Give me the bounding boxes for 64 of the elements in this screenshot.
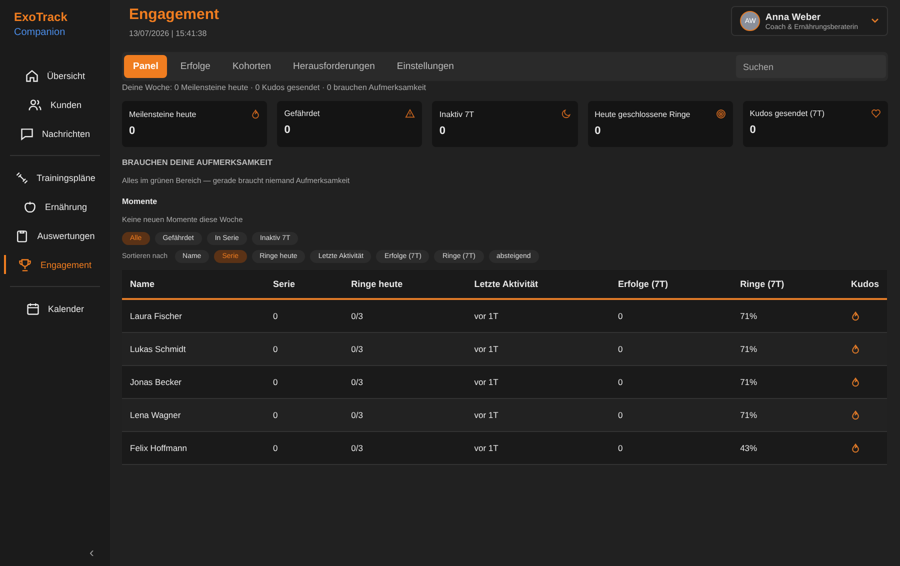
flame-icon xyxy=(251,109,260,119)
column-header: Name xyxy=(122,270,265,299)
tab[interactable]: Erfolge xyxy=(171,55,220,78)
sidebar-item[interactable]: Trainingspläne xyxy=(0,166,110,189)
stat-label: Kudos gesendet (7T) xyxy=(750,109,825,118)
column-header: Letzte Aktivität xyxy=(466,270,610,299)
table-cell: vor 1T xyxy=(466,432,610,464)
target-icon xyxy=(716,109,726,119)
heart-icon xyxy=(870,109,881,118)
apple-icon xyxy=(22,200,37,214)
stat-value: 0 xyxy=(594,125,602,137)
column-header: Serie xyxy=(264,270,344,299)
table-cell: 0/3 xyxy=(343,432,466,464)
stat-label: Meilensteine heute xyxy=(129,110,196,118)
trophy-icon xyxy=(18,258,32,272)
sidebar-item[interactable]: Kalender xyxy=(0,297,110,320)
collapse-button[interactable]: ‹ xyxy=(85,544,98,560)
home-icon xyxy=(24,68,39,82)
stat-value: 0 xyxy=(750,124,757,136)
moon-icon xyxy=(560,109,571,119)
tab[interactable]: Herausforderungen xyxy=(284,55,384,78)
page-title: Engagement xyxy=(129,6,220,23)
chevron-down-icon xyxy=(871,18,879,24)
users-icon xyxy=(28,98,42,112)
sidebar-item[interactable]: Nachrichten xyxy=(0,122,110,145)
date-time: 13/07/2026 | 15:41:38 xyxy=(129,29,208,38)
clipboard-icon xyxy=(15,228,30,242)
sidebar-item[interactable]: Übersicht xyxy=(0,64,110,87)
flame-icon[interactable] xyxy=(851,410,860,420)
table-cell: Felix Hoffmann xyxy=(122,432,265,464)
flame-icon[interactable] xyxy=(851,443,860,453)
warning-icon xyxy=(405,109,416,118)
stat-value: 0 xyxy=(129,125,136,137)
sidebar-item[interactable]: Kunden xyxy=(0,93,110,116)
dumbbell-icon xyxy=(14,170,29,184)
sidebar-item[interactable]: Ernährung xyxy=(0,195,110,218)
flame-icon[interactable] xyxy=(851,344,860,354)
table-cell: 0 xyxy=(264,432,344,464)
stat-value: 0 xyxy=(284,124,292,136)
flame-icon[interactable] xyxy=(851,311,860,321)
tab[interactable]: Einstellungen xyxy=(388,55,463,78)
summary-text: Deine Woche: 0 Meilensteine heute · 0 Kudos gesendet · 0 brauchen Aufmerksamkeit xyxy=(122,83,428,92)
section-heading: BRAUCHEN DEINE AUFMERKSAMKEIT xyxy=(122,158,274,167)
table-cell: 43% xyxy=(732,432,843,464)
sidebar-item[interactable]: Auswertungen xyxy=(0,224,110,247)
column-header: Ringe heute xyxy=(343,270,466,299)
stat-value: 0 xyxy=(439,125,447,137)
column-header: Erfolge (7T) xyxy=(610,270,732,299)
stat-label: Gefährdet xyxy=(284,109,320,118)
column-header: Ringe (7T) xyxy=(732,270,843,299)
calendar-icon xyxy=(26,302,40,316)
table-cell: 0 xyxy=(610,432,732,464)
section-heading: Momente xyxy=(122,197,158,206)
stat-label: Heute geschlossene Ringe xyxy=(594,110,690,118)
search-field[interactable]: Suchen xyxy=(736,55,886,78)
sidebar-item[interactable]: Engagement xyxy=(0,253,110,276)
flame-icon[interactable] xyxy=(851,377,860,387)
column-header: Kudos xyxy=(843,270,887,299)
stat-label: Inaktiv 7T xyxy=(439,110,474,118)
brand-name: ExoTrack xyxy=(14,10,68,24)
chat-icon xyxy=(20,126,34,140)
user-name: Anna Weber xyxy=(765,12,822,22)
brand-subtitle: Companion xyxy=(14,27,66,38)
tab[interactable]: Kohorten xyxy=(223,55,280,78)
